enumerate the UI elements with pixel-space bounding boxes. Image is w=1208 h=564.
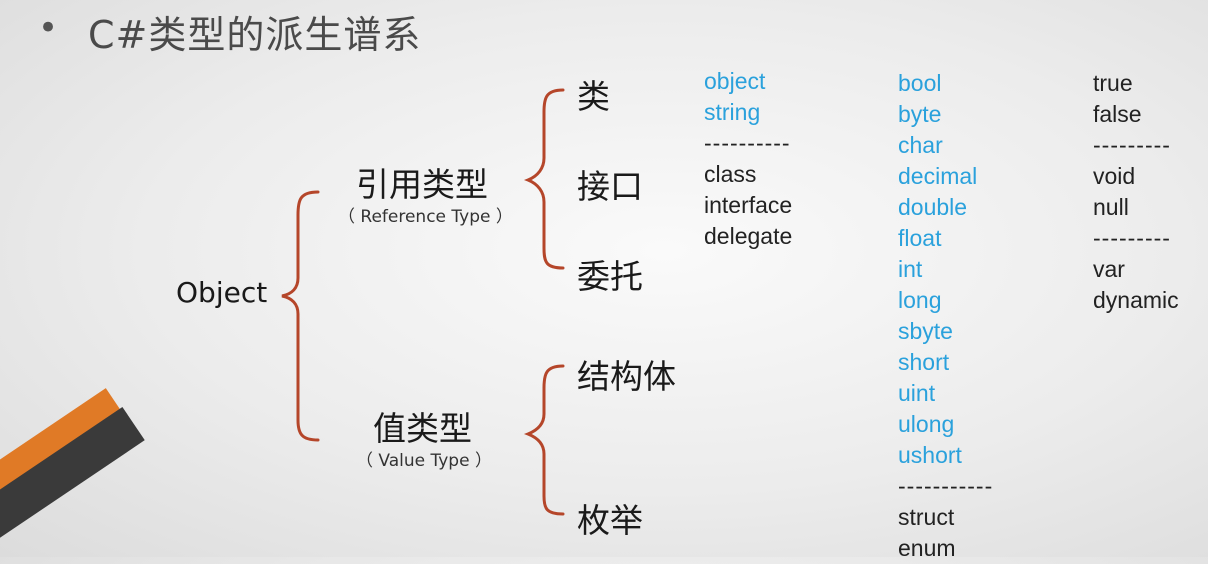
brace-object [281,190,320,442]
keyword-builtin: double [898,194,968,220]
node-value-type: 值类型 [373,409,472,448]
keyword-builtin: decimal [898,163,978,189]
keyword: struct [898,504,955,530]
keyword-column-1: object string ---------- class interface… [704,66,792,252]
keyword-builtin: short [898,349,950,375]
leaf-struct: 结构体 [577,357,676,396]
keyword-builtin: int [898,256,923,282]
node-value-type-english: （ Value Type ） [356,451,492,471]
keyword-builtin: bool [898,70,942,96]
node-reference-type-english: （ Reference Type ） [338,207,513,227]
keyword-builtin: string [704,99,761,125]
leaf-delegate: 委托 [577,257,643,296]
brace-reference [523,88,565,270]
keyword-builtin: ushort [898,442,962,468]
keyword-builtin: float [898,225,942,251]
separator-line: --------- [1093,132,1171,158]
keyword: class [704,161,757,187]
keyword-builtin: ulong [898,411,955,437]
keyword: void [1093,163,1136,189]
keyword-builtin: long [898,287,942,313]
keyword: true [1093,70,1133,96]
separator-line: ---------- [704,130,791,156]
keyword: enum [898,535,956,561]
keyword-builtin: char [898,132,943,158]
keyword: dynamic [1093,287,1179,313]
keyword-builtin: object [704,68,766,94]
keyword-builtin: uint [898,380,936,406]
leaf-interface: 接口 [577,167,643,206]
keyword: null [1093,194,1129,220]
keyword-column-3: true false --------- void null ---------… [1093,68,1179,316]
node-reference-type: 引用类型 [356,165,488,204]
node-object: Object [176,276,268,309]
leaf-class: 类 [577,77,610,116]
keyword-builtin: sbyte [898,318,953,344]
keyword: var [1093,256,1125,282]
keyword: delegate [704,223,793,249]
keyword: interface [704,192,793,218]
keyword-builtin: byte [898,101,942,127]
keyword: false [1093,101,1142,127]
brace-value [523,364,565,516]
separator-line: --------- [1093,225,1171,251]
separator-line: ----------- [898,473,994,499]
leaf-enum: 枚举 [577,501,643,540]
keyword-column-2: bool byte char decimal double float int … [898,68,993,564]
